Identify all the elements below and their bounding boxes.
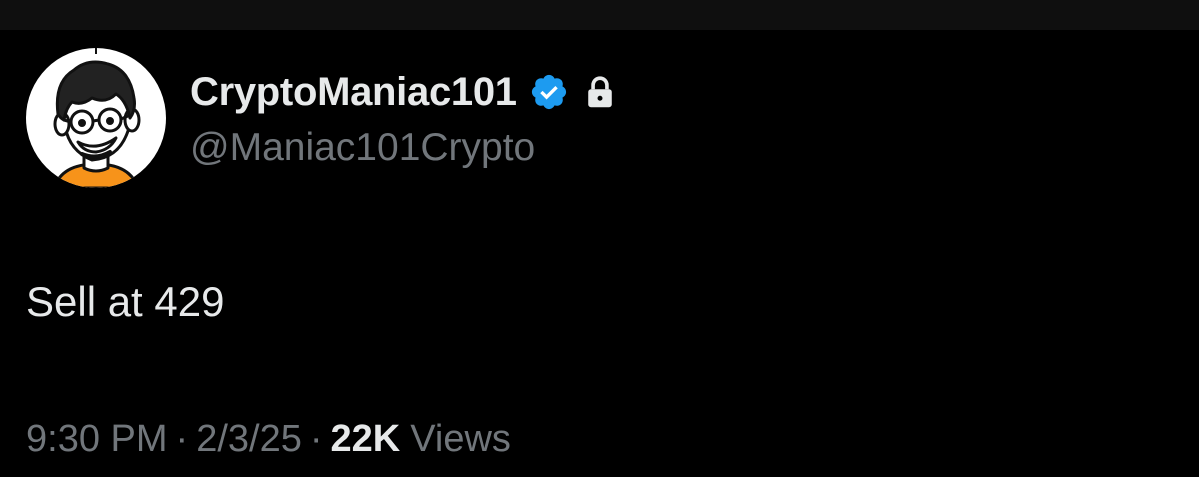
author-handle[interactable]: @Maniac101Crypto bbox=[190, 126, 535, 170]
tweet-text: Sell at 429 bbox=[26, 278, 225, 325]
avatar-image bbox=[26, 48, 166, 188]
tweet-meta: 9:30 PM · 2/3/25 · 22K Views bbox=[26, 418, 511, 461]
lock-icon bbox=[587, 76, 612, 108]
tweet-date[interactable]: 2/3/25 bbox=[196, 418, 302, 461]
avatar[interactable] bbox=[26, 48, 166, 188]
author-display-name[interactable]: CryptoManiac101 bbox=[190, 70, 517, 115]
separator-dot: · bbox=[309, 418, 323, 460]
tweet: CryptoManiac101 @Maniac101Crypto Sell at… bbox=[0, 30, 1199, 477]
tweet-time[interactable]: 9:30 PM bbox=[26, 418, 168, 461]
top-bar bbox=[0, 0, 1199, 30]
separator-dot: · bbox=[175, 418, 189, 460]
views-count[interactable]: 22K bbox=[331, 418, 401, 461]
views-label: Views bbox=[410, 418, 511, 460]
author-name-row: CryptoManiac101 bbox=[190, 68, 617, 116]
verified-badge-icon[interactable] bbox=[529, 72, 569, 112]
